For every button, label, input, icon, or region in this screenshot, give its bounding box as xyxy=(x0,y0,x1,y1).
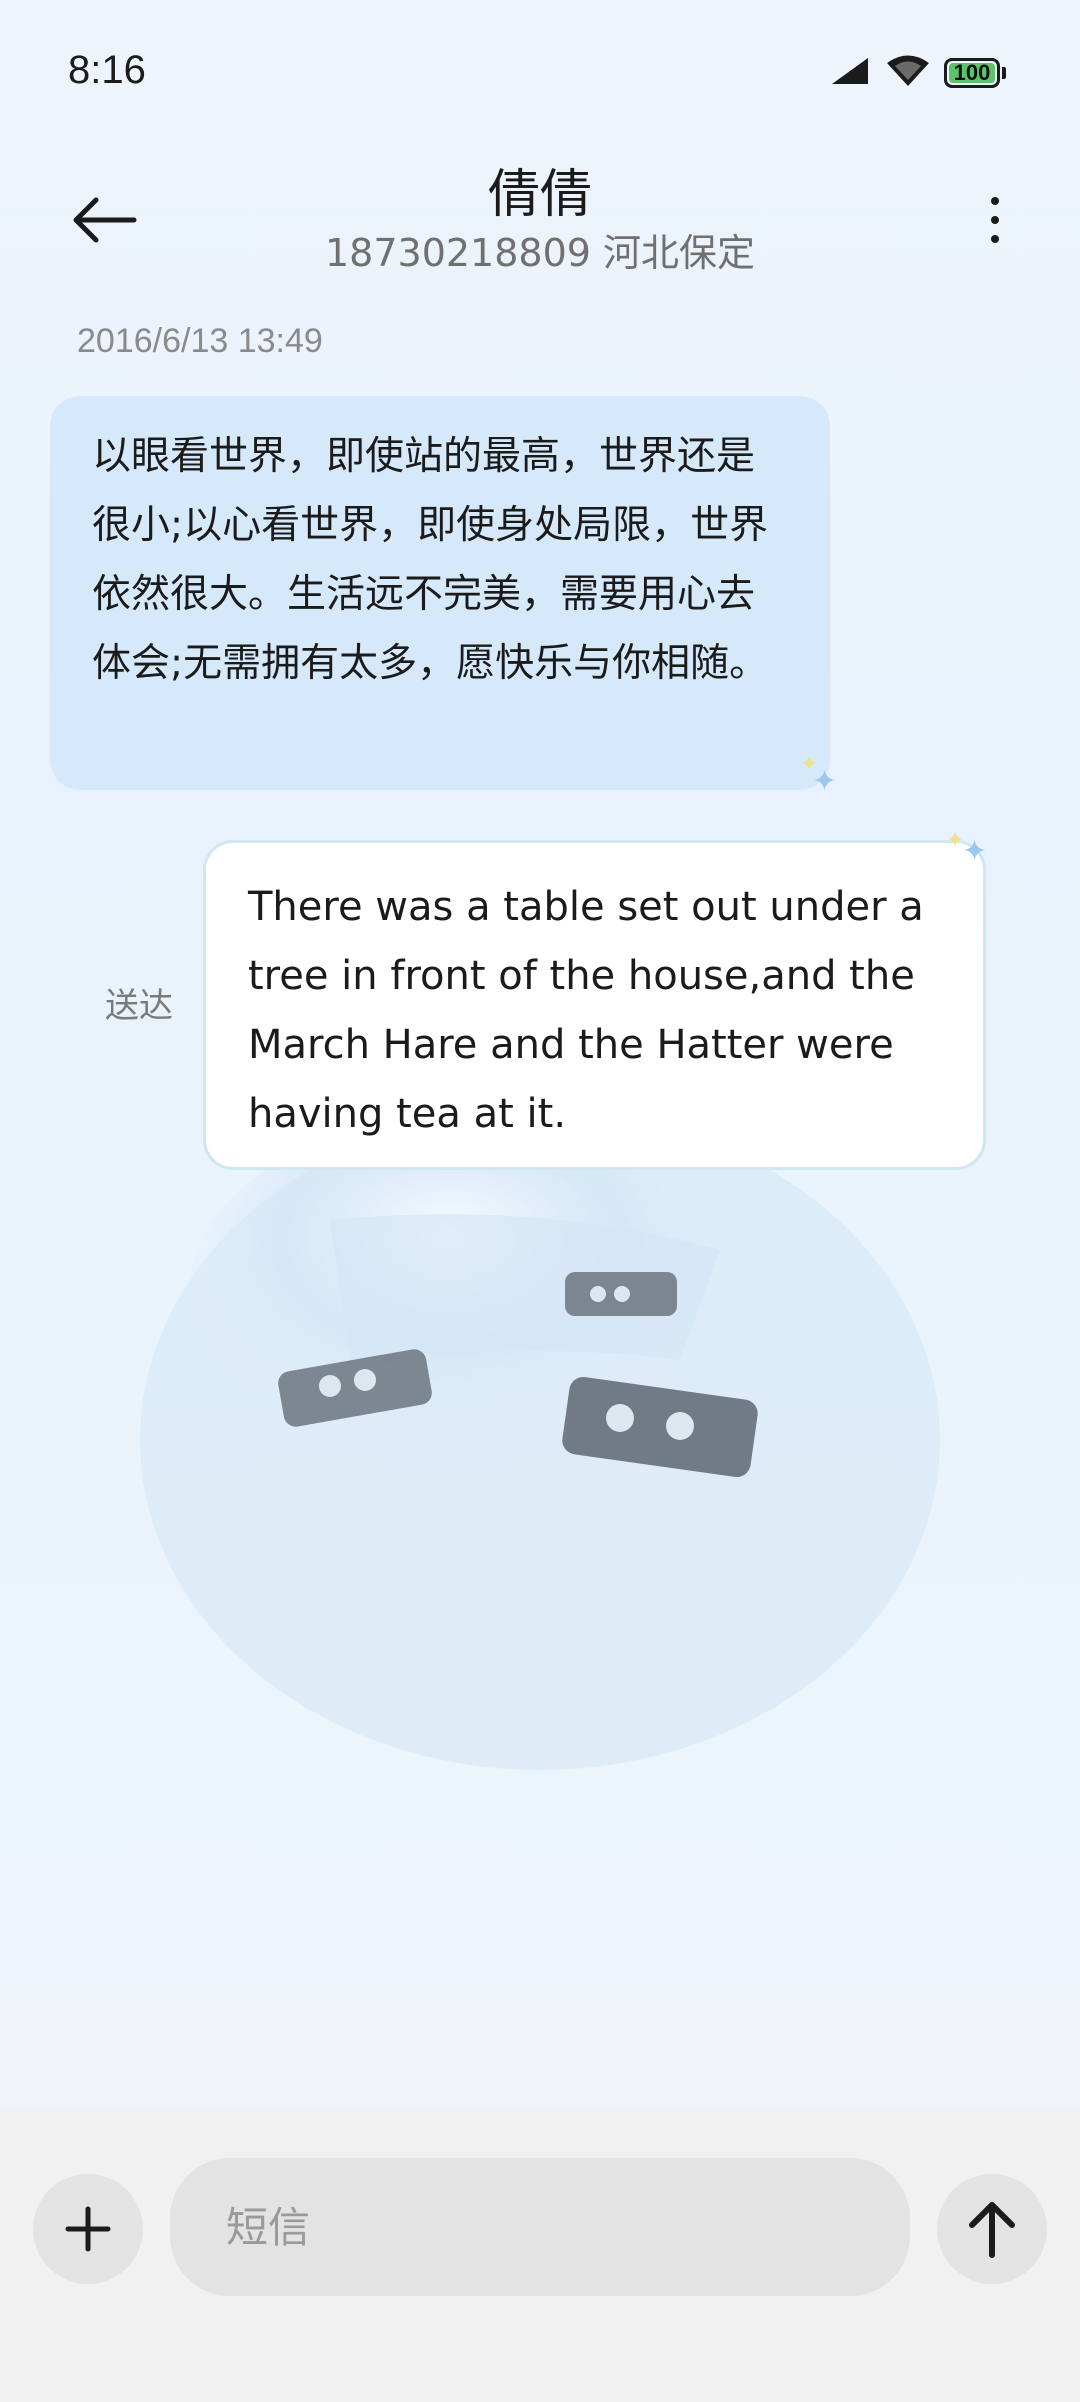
more-vertical-icon xyxy=(991,197,999,205)
composer-bar xyxy=(0,2108,1080,2402)
sparkle-icon: ✦ xyxy=(812,764,838,799)
signal-icon xyxy=(828,56,872,90)
message-timestamp: 2016/6/13 13:49 xyxy=(77,322,323,360)
status-bar: 8:16 100 xyxy=(0,0,1080,150)
sparkle-icon: ✦ xyxy=(962,834,988,869)
add-attachment-button[interactable] xyxy=(33,2174,143,2284)
contact-detail: 18730218809 河北保定 xyxy=(324,231,756,275)
battery-cap xyxy=(1002,67,1006,79)
send-arrow-up-icon xyxy=(969,2202,1015,2258)
status-time: 8:16 xyxy=(68,48,146,92)
status-icons: 100 xyxy=(828,54,1006,92)
incoming-message-text: 以眼看世界，即使站的最高，世界还是很小;以心看世界，即使身处局限，世界依然很大。… xyxy=(92,434,769,686)
wifi-icon xyxy=(886,54,930,92)
more-options-button[interactable] xyxy=(950,175,1040,265)
plus-icon xyxy=(65,2206,111,2252)
contact-name[interactable]: 倩倩 xyxy=(0,152,1080,227)
background-illustration xyxy=(140,1160,940,1770)
outgoing-message-bubble[interactable]: There was a table set out under a tree i… xyxy=(203,840,986,1170)
delivery-status: 送达 xyxy=(105,986,173,1026)
battery-level: 100 xyxy=(953,60,991,85)
send-button[interactable] xyxy=(937,2174,1047,2284)
message-input[interactable] xyxy=(170,2158,910,2296)
conversation-header: 倩倩 18730218809 河北保定 xyxy=(0,150,1080,290)
battery-icon: 100 xyxy=(944,58,1000,88)
outgoing-message-text: There was a table set out under a tree i… xyxy=(248,884,924,1137)
incoming-message-bubble[interactable]: 以眼看世界，即使站的最高，世界还是很小;以心看世界，即使身处局限，世界依然很大。… xyxy=(50,396,830,790)
